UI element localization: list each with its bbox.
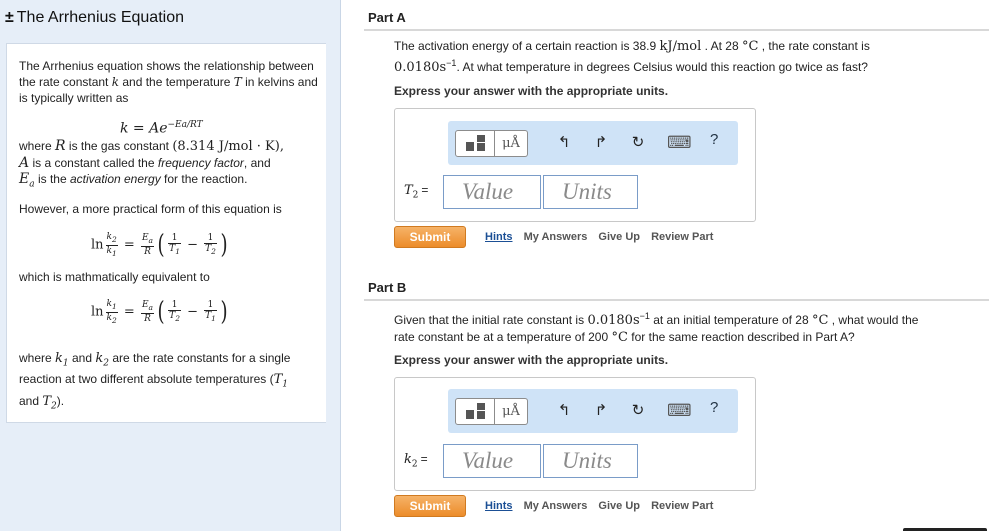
part-b-instructions: Express your answer with the appropriate… bbox=[394, 353, 669, 367]
undo-icon[interactable]: ↰ bbox=[554, 133, 574, 153]
part-a-review-link[interactable]: Review Part bbox=[651, 231, 713, 243]
part-b-my-answers-link[interactable]: My Answers bbox=[524, 500, 588, 512]
part-a-hints-link[interactable]: Hints bbox=[485, 231, 513, 243]
equivalent-text: which is mathmatically equivalent to bbox=[19, 270, 210, 284]
units-button[interactable]: μÅ bbox=[495, 130, 528, 157]
part-b-toolbar: μÅ ↰ ↱ ↻ ⌨ ? bbox=[448, 389, 738, 433]
part-a-submit-button[interactable]: Submit bbox=[394, 226, 466, 248]
redo-icon[interactable]: ↱ bbox=[591, 133, 611, 153]
definitions-text: where R is the gas constant (8.314 J/mol… bbox=[19, 138, 284, 190]
part-b-submit-button[interactable]: Submit bbox=[394, 495, 466, 517]
plus-minus-icon: ± bbox=[5, 9, 14, 26]
info-panel: ± The Arrhenius Equation The Arrhenius eq… bbox=[0, 0, 341, 531]
part-a-instructions: Express your answer with the appropriate… bbox=[394, 84, 669, 98]
help-icon[interactable]: ? bbox=[710, 399, 718, 416]
part-a-give-up-link[interactable]: Give Up bbox=[598, 231, 640, 243]
undo-icon[interactable]: ↰ bbox=[554, 401, 574, 421]
part-b-links: Hints My Answers Give Up Review Part bbox=[485, 500, 713, 512]
part-b-value-input[interactable]: Value bbox=[443, 444, 541, 478]
part-b-give-up-link[interactable]: Give Up bbox=[598, 500, 640, 512]
templates-button[interactable] bbox=[455, 130, 495, 157]
part-b-variable-label: k2 = bbox=[404, 452, 428, 470]
panel-title: ± The Arrhenius Equation bbox=[5, 9, 184, 26]
part-a-my-answers-link[interactable]: My Answers bbox=[524, 231, 588, 243]
units-button[interactable]: μÅ bbox=[495, 398, 528, 425]
part-a-variable-label: T2 = bbox=[404, 183, 429, 201]
part-b-title: Part B bbox=[368, 280, 407, 295]
part-a-divider bbox=[364, 29, 989, 31]
part-a-units-input[interactable]: Units bbox=[543, 175, 638, 209]
part-b-units-input[interactable]: Units bbox=[543, 444, 638, 478]
however-text: However, a more practical form of this e… bbox=[19, 202, 282, 216]
part-b-divider bbox=[364, 299, 989, 301]
log-formula-1: ln k2 k1 = Ea R(1 T1 − 1 T2) bbox=[91, 230, 228, 260]
keyboard-icon[interactable]: ⌨ bbox=[667, 133, 692, 153]
help-icon[interactable]: ? bbox=[710, 131, 718, 148]
reset-icon[interactable]: ↻ bbox=[628, 401, 648, 421]
reset-icon[interactable]: ↻ bbox=[628, 133, 648, 153]
arrhenius-formula: k = Ae−Ea/RT bbox=[120, 120, 203, 137]
rate-constants-text: where k1 and k2 are the rate constants f… bbox=[19, 351, 291, 412]
part-a-question: The activation energy of a certain react… bbox=[394, 39, 870, 75]
info-box: The Arrhenius equation shows the relatio… bbox=[6, 43, 326, 423]
part-b-question: Given that the initial rate constant is … bbox=[394, 311, 919, 345]
templates-button[interactable] bbox=[455, 398, 495, 425]
part-b-review-link[interactable]: Review Part bbox=[651, 500, 713, 512]
keyboard-icon[interactable]: ⌨ bbox=[667, 401, 692, 421]
redo-icon[interactable]: ↱ bbox=[591, 401, 611, 421]
part-a-toolbar: μÅ ↰ ↱ ↻ ⌨ ? bbox=[448, 121, 738, 165]
part-a-value-input[interactable]: Value bbox=[443, 175, 541, 209]
intro-text: The Arrhenius equation shows the relatio… bbox=[19, 59, 318, 105]
part-b-hints-link[interactable]: Hints bbox=[485, 500, 513, 512]
part-a-title: Part A bbox=[368, 10, 406, 25]
log-formula-2: ln k1 k2 = Ea R(1 T2 − 1 T1) bbox=[91, 297, 228, 327]
part-a-links: Hints My Answers Give Up Review Part bbox=[485, 231, 713, 243]
